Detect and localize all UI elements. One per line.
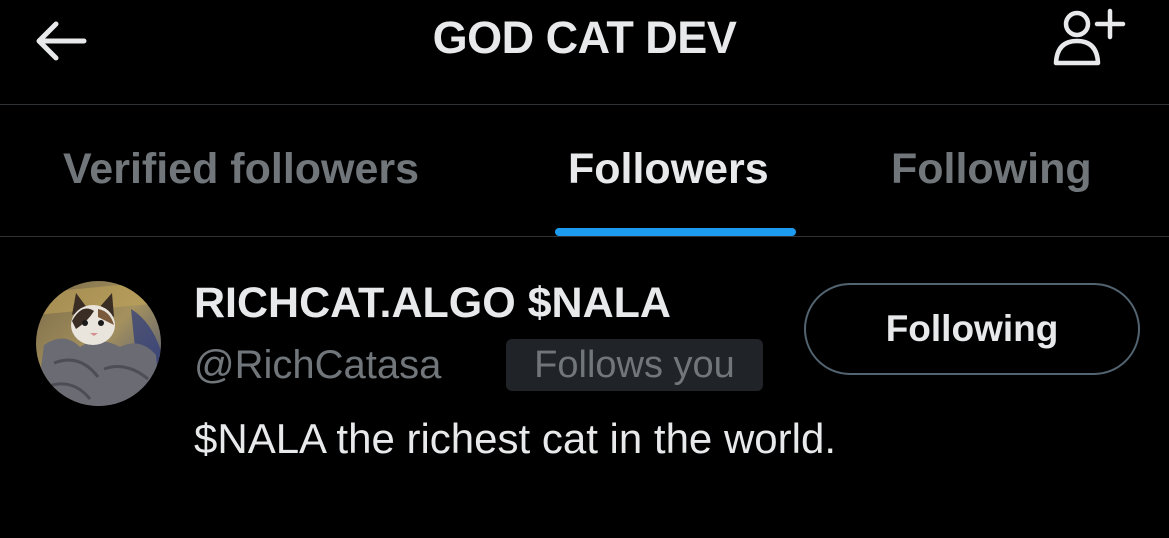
user-list-item[interactable]: RICHCAT.ALGO $NALA @RichCatasa Follows y… <box>0 237 1169 538</box>
tab-followers[interactable]: Followers <box>568 145 769 194</box>
avatar[interactable] <box>36 281 161 406</box>
tab-bar: Verified followers Followers Following <box>0 105 1169 237</box>
tab-following[interactable]: Following <box>891 145 1092 194</box>
follows-you-badge: Follows you <box>506 339 763 391</box>
following-button[interactable]: Following <box>804 283 1140 375</box>
user-bio: $NALA the richest cat in the world. <box>194 415 836 462</box>
active-tab-indicator <box>555 228 796 236</box>
tab-verified-followers[interactable]: Verified followers <box>63 145 419 194</box>
user-handle: @RichCatasa <box>194 343 442 387</box>
cat-avatar-icon <box>36 281 161 406</box>
person-plus-icon <box>1053 8 1126 66</box>
add-user-button[interactable] <box>1048 6 1128 70</box>
top-app-bar: GOD CAT DEV <box>0 0 1169 105</box>
user-display-name[interactable]: RICHCAT.ALGO $NALA <box>194 279 671 328</box>
page-title: GOD CAT DEV <box>432 12 737 63</box>
